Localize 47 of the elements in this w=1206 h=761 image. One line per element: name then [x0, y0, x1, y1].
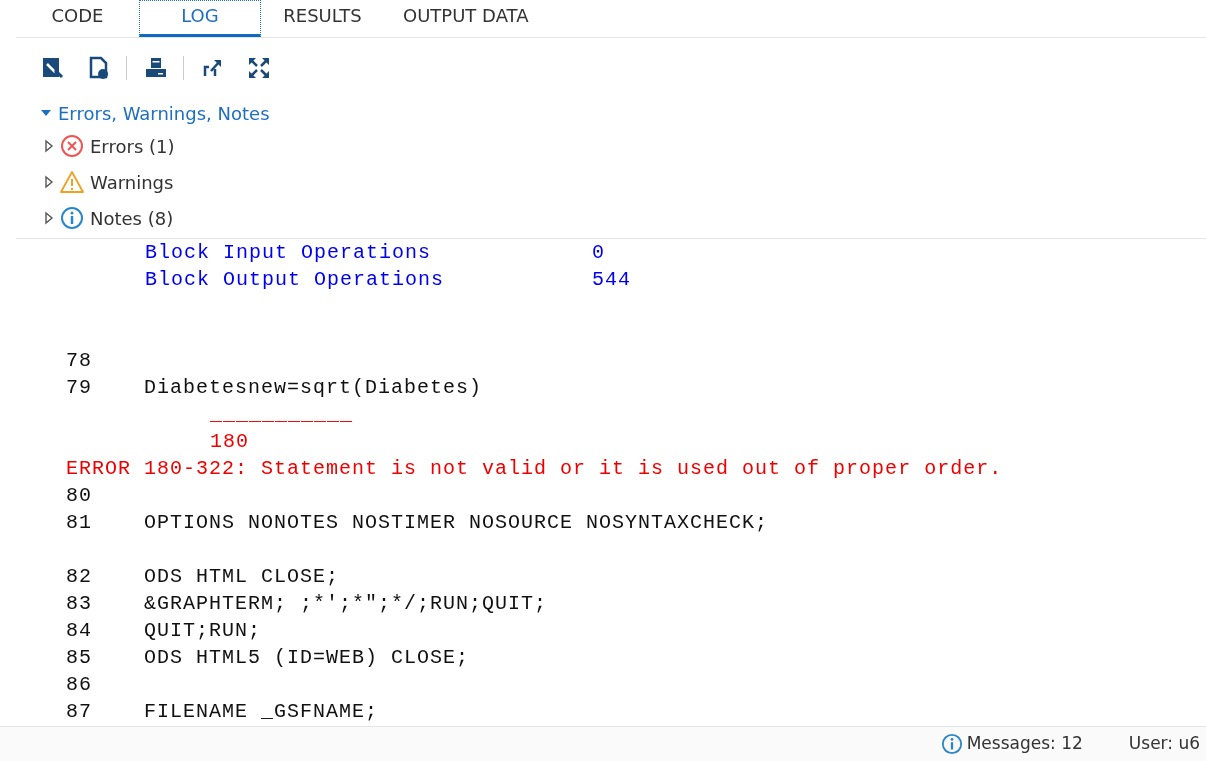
log-code: Diabetesnew=sqrt(Diabetes): [144, 375, 483, 401]
error-marker: 180: [209, 429, 249, 455]
log-code: FILENAME _GSFNAME;: [144, 699, 379, 725]
line-number: 85: [65, 645, 93, 671]
caret-right-icon[interactable]: [44, 175, 54, 189]
edit-document-icon: [41, 56, 65, 80]
tab[interactable]: LOG: [139, 0, 261, 37]
log-code: OPTIONS NONOTES NOSTIMER NOSOURCE NOSYNTAXCHECK;: [144, 510, 769, 536]
log-note: Block Input Operations: [144, 240, 433, 266]
line-number: 83: [65, 591, 93, 617]
log-code: ODS HTML5 (ID=WEB) CLOSE;: [144, 645, 470, 671]
log-value: 544: [592, 267, 631, 293]
line-number: 84: [65, 618, 93, 644]
line-number: 86: [65, 672, 93, 698]
line-number: 80: [65, 483, 93, 509]
fullscreen-icon: [247, 56, 271, 80]
tab[interactable]: OUTPUT DATA: [384, 0, 548, 37]
edit-document-button[interactable]: [40, 55, 66, 81]
fullscreen-button[interactable]: [246, 55, 272, 81]
log-code: ODS HTML CLOSE;: [144, 564, 340, 590]
line-number: 78: [65, 348, 93, 374]
log-note: Block Output Operations: [144, 267, 446, 293]
line-number: 81: [65, 510, 93, 536]
tree-item-label[interactable]: Errors (1): [90, 132, 175, 160]
info-icon: [60, 206, 84, 230]
line-number: 79: [65, 375, 93, 401]
tree-label: Errors, Warnings, Notes: [58, 101, 270, 126]
tree-item-label[interactable]: Notes (8): [90, 204, 174, 232]
error-icon: [60, 134, 84, 158]
printer-icon: [144, 56, 168, 80]
log-value: 0: [592, 240, 605, 266]
tree-item-label[interactable]: Warnings: [90, 168, 174, 196]
error-marker: ___________: [209, 402, 354, 428]
line-number: 82: [65, 564, 93, 590]
warning-icon: [60, 170, 84, 194]
line-number: 87: [65, 699, 93, 725]
info-icon: [940, 733, 963, 755]
caret-right-icon[interactable]: [44, 139, 54, 153]
caret-right-icon[interactable]: [44, 211, 54, 225]
tab[interactable]: RESULTS: [261, 0, 384, 37]
log-code: QUIT;RUN;: [144, 618, 262, 644]
messages-count[interactable]: Messages: 12: [966, 731, 1083, 757]
tree-header[interactable]: Errors, Warnings, Notes: [40, 98, 1206, 128]
log-code: &GRAPHTERM; ;*';*";*/;RUN;QUIT;: [144, 591, 548, 617]
tab[interactable]: CODE: [16, 0, 139, 37]
error-message: ERROR 180-322: Statement is not valid or it is used out of proper order.: [65, 456, 1003, 482]
user-label: User: u6: [1128, 732, 1200, 756]
